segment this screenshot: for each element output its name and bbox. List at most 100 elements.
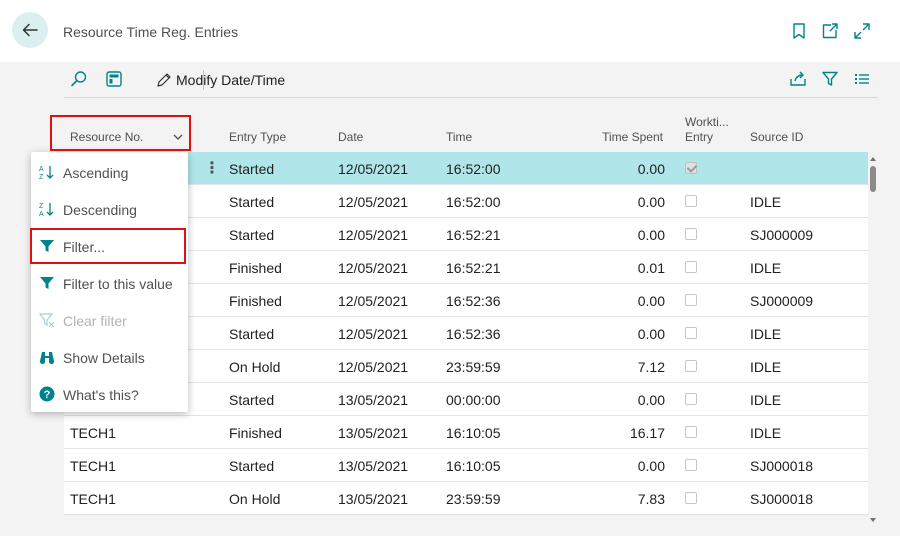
open-new-window-icon[interactable] <box>821 22 839 40</box>
cell-source-id: SJ000018 <box>750 458 814 474</box>
share-icon[interactable] <box>789 70 807 88</box>
cell-time: 23:59:59 <box>446 491 501 507</box>
list-view-icon[interactable] <box>853 70 871 88</box>
cell-entry-type: Started <box>229 326 275 342</box>
working-entry-checkbox <box>685 195 697 207</box>
working-entry-checkbox <box>685 360 697 372</box>
clear-filter-icon <box>39 313 55 328</box>
cell-entry-type: On Hold <box>229 491 281 507</box>
cell-date: 12/05/2021 <box>338 227 409 243</box>
binoculars-icon <box>39 352 55 365</box>
back-button[interactable] <box>12 12 48 48</box>
cell-time-spent: 0.00 <box>637 194 665 210</box>
filter-pane-icon[interactable] <box>821 70 839 88</box>
scrollbar-thumb[interactable] <box>870 166 876 192</box>
column-header-time[interactable]: Time <box>446 130 472 144</box>
cell-time-spent: 0.00 <box>637 293 665 309</box>
cell-entry-type: Started <box>229 227 275 243</box>
menu-item-clear-filter-label: Clear filter <box>63 313 127 329</box>
cell-time: 16:52:36 <box>446 326 501 342</box>
cell-date: 13/05/2021 <box>338 458 409 474</box>
menu-item-whats-this[interactable]: ? What's this? <box>31 376 188 413</box>
menu-item-show-details[interactable]: Show Details <box>31 339 188 376</box>
cell-date: 12/05/2021 <box>338 194 409 210</box>
menu-item-show-details-label: Show Details <box>63 350 145 366</box>
cell-time-spent: 0.00 <box>637 227 665 243</box>
column-header-source-id[interactable]: Source ID <box>750 130 803 144</box>
cell-date: 12/05/2021 <box>338 260 409 276</box>
scroll-down-arrow-icon[interactable] <box>869 516 877 524</box>
layout-view-icon[interactable] <box>105 70 123 88</box>
working-entry-checkbox <box>685 228 697 240</box>
working-entry-checkbox <box>685 426 697 438</box>
cell-entry-type: Started <box>229 194 275 210</box>
search-icon[interactable] <box>70 70 88 88</box>
menu-item-descending[interactable]: Z A Descending <box>31 191 188 228</box>
bookmark-icon[interactable] <box>790 22 808 40</box>
cell-entry-type: Started <box>229 392 275 408</box>
highlight-box-resource-column <box>50 115 191 151</box>
cell-date: 12/05/2021 <box>338 326 409 342</box>
cell-source-id: SJ000009 <box>750 227 814 243</box>
row-actions-icon[interactable]: ⋮ <box>204 158 220 178</box>
cell-source-id: IDLE <box>750 425 782 441</box>
cell-entry-type: On Hold <box>229 359 281 375</box>
working-entry-checkbox <box>685 459 697 471</box>
pencil-icon <box>157 73 171 87</box>
filter-icon <box>40 277 54 289</box>
svg-text:Z: Z <box>39 203 44 210</box>
cell-time: 16:52:36 <box>446 293 501 309</box>
expand-icon[interactable] <box>853 22 871 40</box>
column-header-working-entry-line2[interactable]: Entry <box>685 130 713 144</box>
cell-entry-type: Finished <box>229 293 282 309</box>
column-header-time-spent[interactable]: Time Spent <box>563 130 663 144</box>
column-header-entry-type[interactable]: Entry Type <box>229 130 286 144</box>
column-header-working-entry-line1[interactable]: Workti... <box>685 115 729 129</box>
table-row[interactable]: TECH1 Started 13/05/2021 16:10:05 0.00 S… <box>64 449 868 482</box>
working-entry-checkbox <box>685 294 697 306</box>
cell-time: 23:59:59 <box>446 359 501 375</box>
menu-item-ascending-label: Ascending <box>63 165 129 181</box>
action-toolbar: Modify Date/Time <box>64 62 878 98</box>
cell-time: 16:10:05 <box>446 458 501 474</box>
svg-text:?: ? <box>44 389 51 401</box>
cell-resource: TECH1 <box>70 425 116 441</box>
menu-item-whats-this-label: What's this? <box>63 387 139 403</box>
cell-date: 13/05/2021 <box>338 425 409 441</box>
working-entry-checkbox <box>685 162 697 174</box>
table-row[interactable]: TECH1 On Hold 13/05/2021 23:59:59 7.83 S… <box>64 482 868 515</box>
cell-time: 16:52:21 <box>446 260 501 276</box>
cell-time-spent: 7.12 <box>637 359 665 375</box>
working-entry-checkbox <box>685 261 697 273</box>
cell-source-id: IDLE <box>750 392 782 408</box>
menu-item-filter-to-value[interactable]: Filter to this value <box>31 265 188 302</box>
cell-time-spent: 0.01 <box>637 260 665 276</box>
scroll-up-arrow-icon[interactable] <box>869 155 877 163</box>
column-header-date[interactable]: Date <box>338 130 363 144</box>
sort-ascending-icon: A Z <box>39 166 54 180</box>
cell-resource: TECH1 <box>70 491 116 507</box>
cell-source-id: IDLE <box>750 326 782 342</box>
cell-time: 16:52:21 <box>446 227 501 243</box>
svg-text:A: A <box>39 166 44 173</box>
menu-item-ascending[interactable]: A Z Ascending <box>31 154 188 191</box>
cell-time: 16:52:00 <box>446 161 501 177</box>
cell-time-spent: 0.00 <box>637 161 665 177</box>
table-row[interactable]: TECH1 Finished 13/05/2021 16:10:05 16.17… <box>64 416 868 449</box>
cell-date: 13/05/2021 <box>338 491 409 507</box>
menu-item-filter-to-value-label: Filter to this value <box>63 276 173 292</box>
working-entry-checkbox <box>685 327 697 339</box>
modify-date-time-button[interactable]: Modify Date/Time <box>156 70 285 90</box>
cell-source-id: SJ000018 <box>750 491 814 507</box>
cell-entry-type: Finished <box>229 425 282 441</box>
cell-date: 12/05/2021 <box>338 293 409 309</box>
cell-source-id: IDLE <box>750 260 782 276</box>
highlight-box-filter-item <box>30 228 186 264</box>
cell-source-id: SJ000009 <box>750 293 814 309</box>
cell-resource: TECH1 <box>70 458 116 474</box>
cell-date: 13/05/2021 <box>338 392 409 408</box>
cell-time-spent: 16.17 <box>629 425 665 441</box>
cell-time: 16:10:05 <box>446 425 501 441</box>
working-entry-checkbox <box>685 393 697 405</box>
cell-entry-type: Started <box>229 161 275 177</box>
